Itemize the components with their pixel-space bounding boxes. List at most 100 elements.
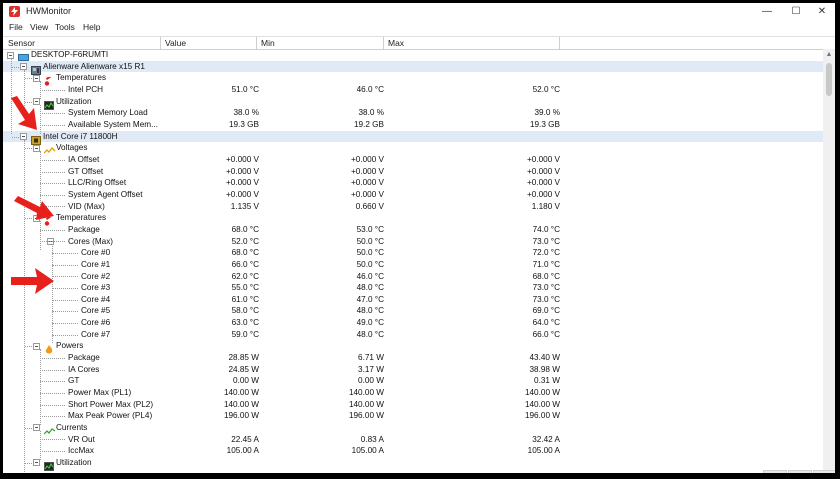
sensor-row[interactable]: Package 68.0 °C 53.0 °C 74.0 °C — [3, 224, 823, 236]
sensor-row[interactable]: IA Cores 24.85 W 3.17 W 38.98 W — [3, 364, 823, 376]
tree-guide-line — [25, 427, 32, 429]
sensor-max: +0.000 V — [526, 166, 560, 176]
maximize-button[interactable]: ☐ — [782, 5, 810, 17]
sensor-min: +0.000 V — [350, 189, 384, 199]
sensor-max: 52.0 °C — [532, 85, 560, 95]
sensor-row[interactable]: Core #5 58.0 °C 48.0 °C 69.0 °C — [3, 305, 823, 317]
menu-bar: File View Tools Help — [3, 20, 835, 35]
sensor-row[interactable]: GT 0.00 W 0.00 W 0.31 W — [3, 375, 823, 387]
close-button[interactable]: ✕ — [808, 5, 835, 17]
menu-help[interactable]: Help — [83, 22, 100, 32]
tree-group-row[interactable]: Temperatures — [3, 212, 823, 226]
tree-group-row[interactable]: Currents — [3, 422, 823, 435]
tree-guide-line — [40, 404, 65, 406]
tree-guide-line — [25, 462, 32, 464]
sensor-max: 68.0 °C — [532, 271, 560, 281]
collapse-toggle-icon[interactable] — [33, 424, 40, 432]
sensor-max: 73.0 °C — [532, 236, 560, 246]
tree-guide-line — [52, 334, 78, 336]
sensor-row[interactable]: Available System Mem... 19.3 GB 19.2 GB 19.… — [3, 119, 823, 131]
sensor-min: 47.0 °C — [356, 294, 384, 304]
sensor-max: 64.0 °C — [532, 318, 560, 328]
tree-group-row[interactable]: Temperatures — [3, 72, 823, 86]
sensor-row[interactable]: Core #6 63.0 °C 49.0 °C 64.0 °C — [3, 317, 823, 329]
sensor-value: 68.0 °C — [231, 248, 259, 258]
tree-group-row[interactable]: Intel Core i7 11800H — [3, 130, 823, 145]
sensor-value: +0.000 V — [225, 155, 259, 165]
voltage-icon — [43, 143, 56, 154]
sensor-row[interactable]: Core #2 62.0 °C 46.0 °C 68.0 °C — [3, 270, 823, 282]
sensor-row[interactable]: VR Out 22.45 A 0.83 A 32.42 A — [3, 433, 823, 445]
sensor-row[interactable]: Cores (Max) 52.0 °C 50.0 °C 73.0 °C — [3, 235, 823, 247]
sensor-min: 46.0 °C — [356, 85, 384, 95]
sensor-row[interactable]: GT Offset +0.000 V +0.000 V +0.000 V — [3, 166, 823, 178]
sensor-label: System Agent Offset — [68, 189, 143, 199]
tree-guide-line — [40, 221, 41, 251]
column-min[interactable]: Min — [261, 38, 275, 49]
menu-view[interactable]: View — [30, 22, 48, 32]
sensor-label: Currents — [56, 422, 88, 432]
menu-file[interactable]: File — [9, 22, 23, 32]
sensor-label: Core #3 — [81, 283, 111, 293]
sensor-value: +0.000 V — [225, 189, 259, 199]
collapse-toggle-icon[interactable] — [33, 459, 40, 467]
tree-group-row[interactable]: Utilization — [3, 457, 823, 471]
collapse-toggle-icon[interactable] — [33, 144, 40, 152]
sensor-row[interactable]: IA Offset +0.000 V +0.000 V +0.000 V — [3, 154, 823, 166]
sensor-row[interactable]: Core #1 66.0 °C 50.0 °C 71.0 °C — [3, 259, 823, 271]
column-value[interactable]: Value — [165, 38, 186, 49]
sensor-value: 68.0 °C — [231, 224, 259, 234]
sensor-label: GT Offset — [68, 166, 104, 176]
sensor-row[interactable]: System Agent Offset +0.000 V +0.000 V +0.00… — [3, 189, 823, 201]
sensor-row[interactable]: Max Peak Power (PL4) 196.00 W 196.00 W 196.… — [3, 410, 823, 422]
sensor-label: VR Out — [68, 434, 95, 444]
menu-tools[interactable]: Tools — [55, 22, 75, 32]
sensor-min: 0.00 W — [358, 376, 384, 386]
sensor-label: Voltages — [56, 143, 88, 153]
column-max[interactable]: Max — [388, 38, 404, 49]
sensor-value: 1.135 V — [230, 201, 259, 211]
collapse-toggle-icon[interactable] — [33, 74, 40, 82]
sensor-row[interactable]: Core #7 59.0 °C 48.0 °C 66.0 °C — [3, 329, 823, 341]
sensor-row[interactable]: VID (Max) 1.135 V 0.660 V 1.180 V — [3, 200, 823, 212]
status-button-left[interactable] — [763, 470, 787, 473]
sensor-max: 66.0 °C — [532, 329, 560, 339]
sensor-value: 28.85 W — [228, 353, 260, 363]
collapse-toggle-icon[interactable] — [33, 342, 40, 350]
sensor-row[interactable]: Package 28.85 W 6.71 W 43.40 W — [3, 352, 823, 364]
sensor-row[interactable]: System Memory Load 38.0 % 38.0 % 39.0 % — [3, 107, 823, 119]
sensor-row[interactable]: Core #4 61.0 °C 47.0 °C 73.0 °C — [3, 294, 823, 306]
sensor-max: 72.0 °C — [532, 248, 560, 258]
scroll-thumb[interactable] — [826, 63, 832, 96]
sensor-row[interactable]: IccMax 105.00 A 105.00 A 105.00 A — [3, 445, 823, 457]
tree-group-row[interactable]: Voltages — [3, 142, 823, 154]
tree-group-row[interactable]: Utilization — [3, 96, 823, 110]
tree-group-row[interactable]: DESKTOP-F6RUMTI — [3, 49, 823, 63]
sensor-label: GT — [68, 376, 80, 386]
sensor-min: 46.0 °C — [356, 271, 384, 281]
vertical-scrollbar[interactable]: ▲ — [823, 49, 835, 473]
sensor-row[interactable]: Core #0 68.0 °C 50.0 °C 72.0 °C — [3, 247, 823, 259]
scroll-up-icon[interactable]: ▲ — [823, 51, 835, 61]
tree-guide-line — [40, 113, 65, 115]
tree-guide-line — [52, 299, 78, 301]
tree-guide-line — [40, 124, 65, 126]
tree-group-row[interactable]: Powers — [3, 340, 823, 354]
minimize-button[interactable]: — — [753, 5, 781, 17]
sensor-label: Core #0 — [81, 248, 111, 258]
sensor-row[interactable]: Short Power Max (PL2) 140.00 W 140.00 W 140… — [3, 399, 823, 411]
status-button-right[interactable] — [813, 470, 835, 473]
sensor-label: Core #1 — [81, 259, 111, 269]
sensor-value: 140.00 W — [223, 388, 259, 398]
status-button-mid[interactable] — [788, 470, 812, 473]
sensor-label: Intel PCH — [68, 85, 104, 95]
tree-group-row[interactable]: Alienware Alienware x15 R1 — [3, 60, 823, 75]
sensor-row[interactable]: Core #3 55.0 °C 48.0 °C 73.0 °C — [3, 282, 823, 294]
column-sensor[interactable]: Sensor — [8, 38, 35, 49]
sensor-row[interactable]: Power Max (PL1) 140.00 W 140.00 W 140.00 W — [3, 387, 823, 399]
sensor-max: 105.00 A — [527, 446, 560, 456]
sensor-value: 0.00 W — [233, 376, 259, 386]
sensor-row[interactable]: Intel PCH 51.0 °C 46.0 °C 52.0 °C — [3, 84, 823, 96]
sensor-max: 39.0 % — [534, 108, 561, 118]
sensor-row[interactable]: LLC/Ring Offset +0.000 V +0.000 V +0.000 V — [3, 177, 823, 189]
